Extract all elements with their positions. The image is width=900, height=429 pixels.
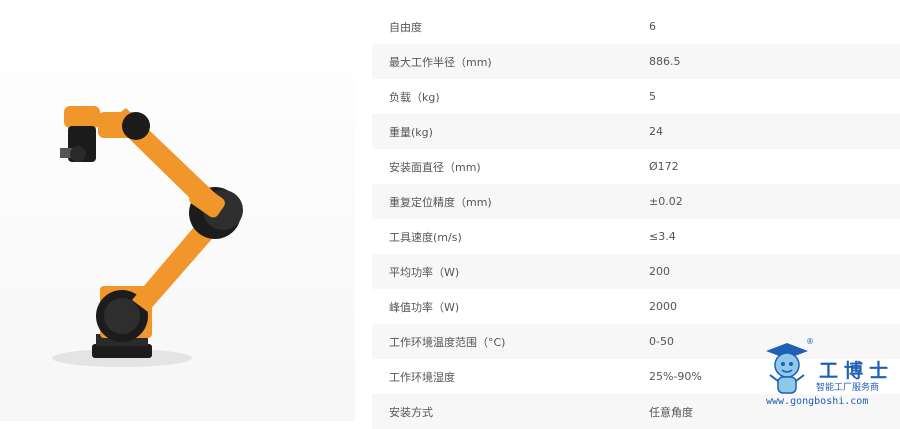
spec-value: 24 xyxy=(649,125,663,138)
spec-label: 工作环境温度范围（°C) xyxy=(389,335,506,349)
spec-label: 重复定位精度（mm) xyxy=(389,195,492,209)
spec-label: 峰值功率（W) xyxy=(389,300,460,314)
spec-value: 5 xyxy=(649,90,656,103)
registered-mark: ® xyxy=(806,337,814,346)
spec-value: 886.5 xyxy=(649,55,681,68)
spec-value: Ø172 xyxy=(649,160,679,173)
spec-row-mount-diameter: 安装面直径（mm) Ø172 xyxy=(372,149,900,184)
spec-label: 工作环境湿度 xyxy=(389,370,455,384)
spec-value: 6 xyxy=(649,20,656,33)
spec-row-dof: 自由度 6 xyxy=(372,9,900,44)
spec-label: 工具速度(m/s) xyxy=(389,230,462,244)
watermark-url: www.gongboshi.com xyxy=(766,396,869,407)
spec-label: 安装方式 xyxy=(389,405,433,419)
spec-value: ±0.02 xyxy=(649,195,683,208)
spec-row-peak-power: 峰值功率（W) 2000 xyxy=(372,289,900,324)
spec-row-weight: 重量(kg) 24 xyxy=(372,114,900,149)
spec-label: 平均功率（W) xyxy=(389,265,460,279)
spec-label: 最大工作半径（mm) xyxy=(389,55,492,69)
spec-value: 0-50 xyxy=(649,335,674,348)
mascot-icon xyxy=(766,343,808,394)
spec-value: 任意角度 xyxy=(649,405,693,419)
watermark-title: 工博士 xyxy=(819,360,895,382)
robot-arm-image xyxy=(52,106,243,367)
spec-label: 自由度 xyxy=(389,20,422,34)
spec-row-avg-power: 平均功率（W) 200 xyxy=(372,254,900,289)
spec-label: 重量(kg) xyxy=(389,125,433,139)
product-image-panel xyxy=(0,0,355,421)
spec-row-payload: 负载（kg) 5 xyxy=(372,79,900,114)
spec-value: 2000 xyxy=(649,300,677,313)
spec-row-tool-speed: 工具速度(m/s) ≤3.4 xyxy=(372,219,900,254)
spec-row-repeatability: 重复定位精度（mm) ±0.02 xyxy=(372,184,900,219)
spec-value: 200 xyxy=(649,265,670,278)
spec-label: 负载（kg) xyxy=(389,90,440,104)
watermark-subtitle: 智能工厂服务商 xyxy=(816,383,880,393)
watermark-logo: ® 工博士 智能工厂服务商 www.gongboshi.com xyxy=(760,335,900,415)
spec-label: 安装面直径（mm) xyxy=(389,160,481,174)
spec-row-reach: 最大工作半径（mm) 886.5 xyxy=(372,44,900,79)
spec-value: ≤3.4 xyxy=(649,230,676,243)
spec-value: 25%-90% xyxy=(649,370,702,383)
